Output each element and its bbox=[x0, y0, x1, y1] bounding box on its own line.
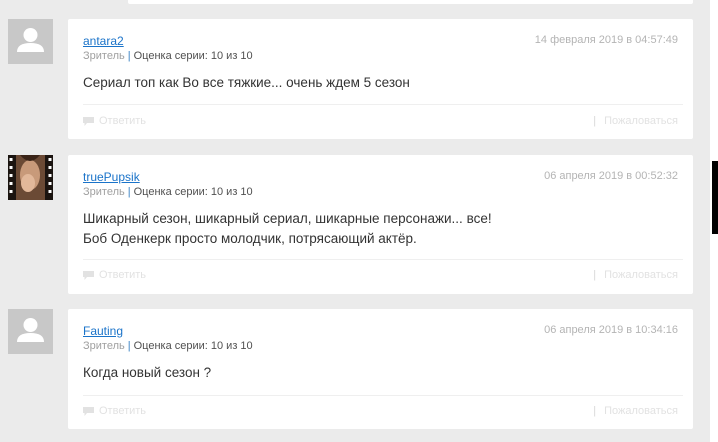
report-label: Пожаловаться bbox=[604, 115, 678, 127]
comment-author-link[interactable]: truePupsik bbox=[83, 170, 140, 184]
speech-bubble-icon bbox=[83, 406, 94, 416]
meta-separator: | bbox=[127, 50, 131, 62]
report-separator: | bbox=[593, 269, 597, 281]
comment-text-line: Когда новый сезон ? bbox=[83, 365, 212, 380]
avatar[interactable] bbox=[8, 309, 53, 354]
sidebar-edge-mark bbox=[712, 161, 718, 234]
report-button[interactable]: | Пожаловаться bbox=[593, 405, 678, 417]
comment-divider bbox=[83, 395, 683, 396]
speech-bubble-icon bbox=[83, 116, 94, 126]
episode-rating: Оценка серии: 10 из 10 bbox=[133, 340, 253, 352]
reply-button[interactable]: Ответить bbox=[83, 405, 146, 417]
report-separator: | bbox=[593, 405, 597, 417]
reply-label: Ответить bbox=[99, 115, 147, 127]
reply-button[interactable]: Ответить bbox=[83, 269, 146, 281]
reply-button[interactable]: Ответить bbox=[83, 115, 146, 127]
report-button[interactable]: | Пожаловаться bbox=[593, 269, 678, 281]
author-role: Зритель bbox=[83, 50, 125, 62]
default-user-icon bbox=[8, 19, 53, 64]
previous-comment-card-edge bbox=[128, 0, 693, 4]
comment-text: Шикарный сезон, шикарный сериал, шикарны… bbox=[83, 209, 678, 249]
comment-card: truePupsik 06 апреля 2019 в 00:52:32 Зри… bbox=[68, 155, 693, 294]
comment-text-line: Шикарный сезон, шикарный сериал, шикарны… bbox=[83, 211, 492, 226]
episode-rating: Оценка серии: 10 из 10 bbox=[133, 186, 253, 198]
comment-divider bbox=[83, 104, 683, 105]
comment-author-link[interactable]: antara2 bbox=[83, 34, 124, 48]
reply-label: Ответить bbox=[99, 405, 147, 417]
comment-text: Когда новый сезон ? bbox=[83, 363, 678, 383]
avatar[interactable] bbox=[8, 19, 53, 64]
comment-meta: Зритель | Оценка серии: 10 из 10 bbox=[83, 340, 253, 352]
comment-date: 06 апреля 2019 в 10:34:16 bbox=[544, 324, 678, 336]
comment-text: Сериал топ как Во все тяжкие... очень жд… bbox=[83, 73, 678, 93]
comment-card: Fauting 06 апреля 2019 в 10:34:16 Зрител… bbox=[68, 309, 693, 429]
report-button[interactable]: | Пожаловаться bbox=[593, 115, 678, 127]
comment-card: antara2 14 февраля 2019 в 04:57:49 Зрите… bbox=[68, 19, 693, 139]
report-separator: | bbox=[593, 115, 597, 127]
meta-separator: | bbox=[127, 186, 131, 198]
comment-meta: Зритель | Оценка серии: 10 из 10 bbox=[83, 186, 253, 198]
speech-bubble-icon bbox=[83, 270, 94, 280]
comment-text-line: Боб Оденкерк просто молодчик, потрясающи… bbox=[83, 231, 417, 246]
comment-author-link[interactable]: Fauting bbox=[83, 324, 123, 338]
comment-date: 06 апреля 2019 в 00:52:32 bbox=[544, 170, 678, 182]
reply-label: Ответить bbox=[99, 269, 147, 281]
comment-meta: Зритель | Оценка серии: 10 из 10 bbox=[83, 50, 253, 62]
report-label: Пожаловаться bbox=[604, 269, 678, 281]
comment-text-line: Сериал топ как Во все тяжкие... очень жд… bbox=[83, 75, 410, 90]
episode-rating: Оценка серии: 10 из 10 bbox=[133, 50, 253, 62]
avatar[interactable] bbox=[8, 155, 53, 200]
comment-divider bbox=[83, 259, 683, 260]
report-label: Пожаловаться bbox=[604, 405, 678, 417]
default-user-icon bbox=[8, 309, 53, 354]
comment-date: 14 февраля 2019 в 04:57:49 bbox=[534, 34, 678, 46]
film-strip-photo bbox=[8, 155, 53, 200]
meta-separator: | bbox=[127, 340, 131, 352]
author-role: Зритель bbox=[83, 340, 125, 352]
author-role: Зритель bbox=[83, 186, 125, 198]
